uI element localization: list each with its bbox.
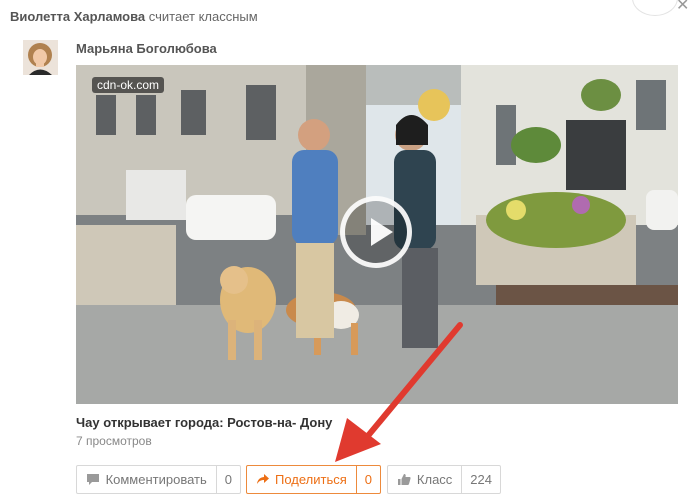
video-player[interactable]: cdn-ok.com bbox=[76, 65, 678, 404]
avatar[interactable] bbox=[23, 40, 58, 75]
share-label: Поделиться bbox=[275, 472, 347, 487]
liker-name[interactable]: Виолетта Харламова bbox=[10, 9, 145, 24]
view-count: 7 просмотров bbox=[76, 434, 152, 448]
like-count: 224 bbox=[461, 466, 500, 493]
share-count: 0 bbox=[355, 466, 380, 493]
header-action-text: считает классным bbox=[148, 9, 258, 24]
comment-count: 0 bbox=[215, 466, 240, 493]
like-label: Класс bbox=[416, 472, 453, 487]
video-source-label: cdn-ok.com bbox=[92, 77, 165, 93]
thumbs-up-icon bbox=[397, 473, 412, 487]
speech-bubble-icon bbox=[86, 473, 101, 487]
corner-menu-button[interactable] bbox=[632, 0, 678, 16]
comment-label: Комментировать bbox=[105, 472, 207, 487]
play-icon bbox=[371, 218, 393, 246]
comment-button[interactable]: Комментировать 0 bbox=[76, 465, 241, 494]
video-title[interactable]: Чау открывает города: Ростов-на- Дону bbox=[76, 415, 332, 430]
play-button[interactable] bbox=[340, 196, 412, 268]
post-author[interactable]: Марьяна Боголюбова bbox=[76, 41, 217, 56]
close-icon[interactable]: ✕ bbox=[676, 0, 689, 14]
feed-header: Виолетта Харламова считает классным bbox=[10, 9, 258, 24]
like-button[interactable]: Класс 224 bbox=[387, 465, 501, 494]
share-arrow-icon bbox=[256, 473, 270, 487]
share-button[interactable]: Поделиться 0 bbox=[246, 465, 381, 494]
